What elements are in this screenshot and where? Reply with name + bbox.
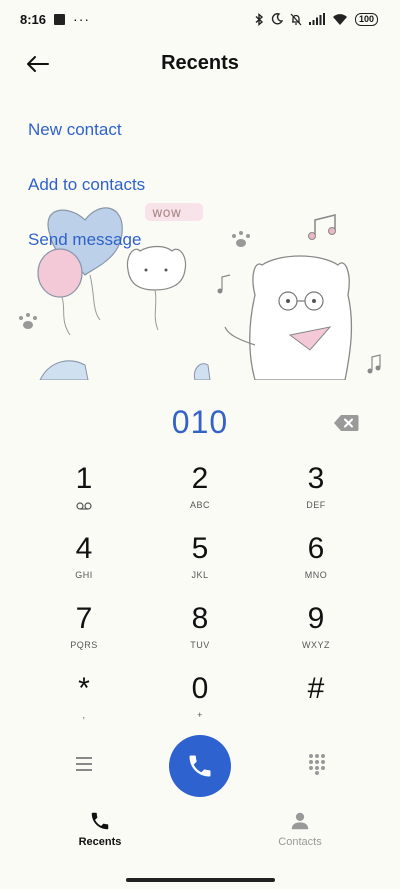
key-letters: PQRS xyxy=(70,640,98,650)
key-digit: 6 xyxy=(307,532,325,565)
key-letters: DEF xyxy=(306,500,326,510)
page-title: Recents xyxy=(161,52,239,74)
key-digit: 4 xyxy=(75,532,93,565)
status-time: 8:16 xyxy=(20,11,47,27)
key-letters: WXYZ xyxy=(302,640,330,650)
new-contact-link[interactable]: New contact xyxy=(28,120,145,141)
key-9[interactable]: 9 WXYZ xyxy=(266,600,366,670)
key-digit: 9 xyxy=(307,602,325,635)
key-letters: , xyxy=(82,710,86,720)
notification-icon xyxy=(54,13,66,25)
key-letters: TUV xyxy=(190,640,210,650)
contact-actions: New contact Add to contacts Send message xyxy=(28,120,145,285)
dialer-controls xyxy=(0,735,400,799)
dialpad-icon[interactable] xyxy=(307,753,327,775)
status-bar: 8:16 ··· 100 xyxy=(0,0,400,38)
key-4[interactable]: 4 GHI xyxy=(34,530,134,600)
key-letters: GHI xyxy=(75,570,93,580)
key-digit: 5 xyxy=(191,532,209,565)
key-digit: 3 xyxy=(307,462,325,495)
key-1[interactable]: 1 xyxy=(34,460,134,530)
call-button[interactable] xyxy=(169,735,231,797)
key-digit: 8 xyxy=(191,602,209,635)
more-notifications-icon: ··· xyxy=(73,11,91,27)
key-2[interactable]: 2 ABC xyxy=(150,460,250,530)
key-letters: + xyxy=(197,710,203,720)
tab-label: Recents xyxy=(78,836,122,848)
wifi-icon xyxy=(332,14,347,25)
key-digit: 7 xyxy=(75,602,93,635)
tab-label: Contacts xyxy=(278,836,322,848)
home-indicator[interactable] xyxy=(126,878,275,882)
phone-icon xyxy=(189,755,211,777)
key-5[interactable]: 5 JKL xyxy=(150,530,250,600)
keypad-row: 7 PQRS 8 TUV 9 WXYZ xyxy=(0,600,400,670)
key-3[interactable]: 3 DEF xyxy=(266,460,366,530)
bottom-navigation: Recents Contacts xyxy=(0,810,400,862)
bluetooth-icon xyxy=(255,12,264,26)
battery-icon: 100 xyxy=(354,12,378,26)
menu-icon[interactable] xyxy=(74,755,94,773)
voicemail-icon xyxy=(76,502,92,510)
keypad-row: 4 GHI 5 JKL 6 MNO xyxy=(0,530,400,600)
moon-icon xyxy=(271,13,283,25)
tab-recents[interactable]: Recents xyxy=(0,810,200,862)
wow-label: wow xyxy=(152,206,182,221)
key-letters: MNO xyxy=(304,570,328,580)
keypad-row: 1 2 ABC 3 DEF xyxy=(0,460,400,530)
send-message-link[interactable]: Send message xyxy=(28,230,145,251)
key-digit: 2 xyxy=(191,462,209,495)
keypad-row: * , 0 + # xyxy=(0,670,400,740)
app-header: Recents xyxy=(0,40,400,88)
key-0[interactable]: 0 + xyxy=(150,670,250,740)
dial-keypad: 1 2 ABC 3 DEF 4 GHI 5 JKL 6 MNO 7 PQRS 8… xyxy=(0,460,400,740)
signal-icon xyxy=(308,13,325,25)
key-letters: ABC xyxy=(189,500,210,510)
key-letters: JKL xyxy=(191,570,209,580)
key-digit: 0 xyxy=(191,672,209,705)
phone-icon xyxy=(91,812,109,830)
key-digit: * xyxy=(78,672,90,705)
person-icon xyxy=(291,812,309,830)
tab-contacts[interactable]: Contacts xyxy=(200,810,400,862)
add-to-contacts-link[interactable]: Add to contacts xyxy=(28,175,145,196)
key-hash[interactable]: # xyxy=(266,670,366,740)
backspace-icon[interactable] xyxy=(333,414,359,432)
key-8[interactable]: 8 TUV xyxy=(150,600,250,670)
bell-off-icon xyxy=(290,13,302,25)
key-star[interactable]: * , xyxy=(34,670,134,740)
key-7[interactable]: 7 PQRS xyxy=(34,600,134,670)
key-digit: 1 xyxy=(75,462,93,495)
key-6[interactable]: 6 MNO xyxy=(266,530,366,600)
key-digit: # xyxy=(307,672,325,705)
